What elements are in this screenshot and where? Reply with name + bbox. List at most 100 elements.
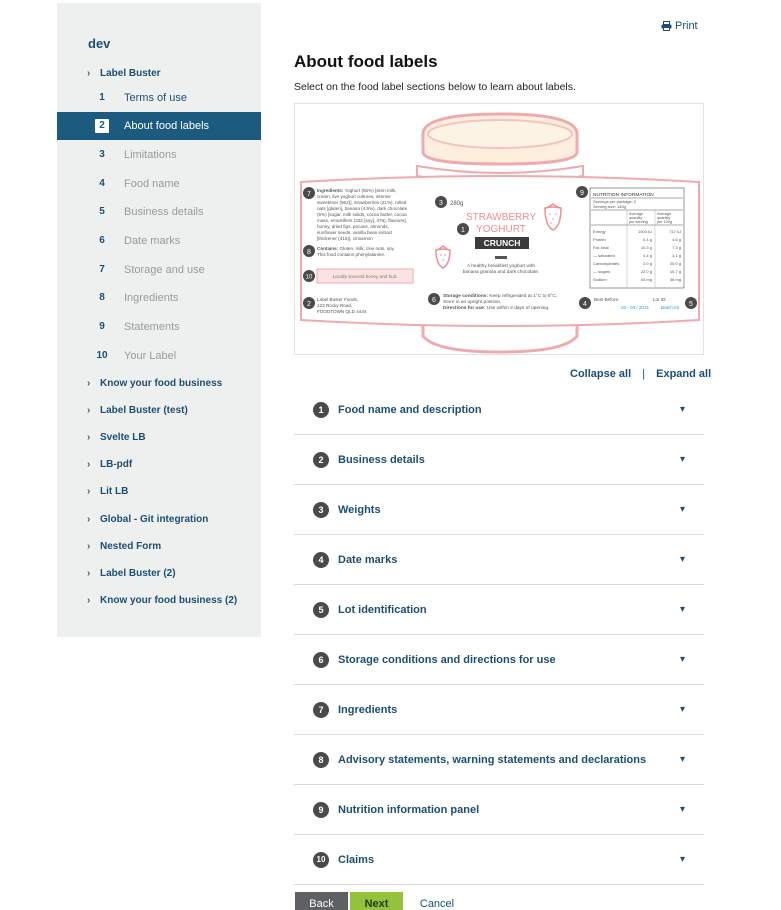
accordion-item-lot-identification[interactable]: 5 Lot identification ▾ xyxy=(294,585,704,635)
ingredients-heading: Ingredients: xyxy=(317,188,344,193)
accordion-item-date-marks[interactable]: 4 Date marks ▾ xyxy=(294,535,704,585)
best-before-value: 03 / 04 / 2021 xyxy=(621,305,650,310)
svg-text:Fat, total: Fat, total xyxy=(593,245,609,250)
step-label: Food name xyxy=(124,178,180,190)
accordion-item-claims[interactable]: 10 Claims ▾ xyxy=(294,835,704,885)
best-before-label: Best Before: xyxy=(594,297,619,302)
nip-serving-size: Serving size: 140g xyxy=(593,204,626,209)
lot-label: Lot ID: xyxy=(653,297,667,302)
accordion-item-business-details[interactable]: 2 Business details ▾ xyxy=(294,435,704,485)
step-number: 7 xyxy=(99,264,105,275)
sidebar-group-nested-form[interactable]: › Nested Form xyxy=(87,541,161,552)
ingredients-line: sweetener (962)], strawberries (21%), ro… xyxy=(317,200,407,205)
svg-text:15.7 g: 15.7 g xyxy=(670,269,681,274)
step-label: Your Label xyxy=(124,350,177,362)
marker-4-number: 4 xyxy=(583,301,587,308)
chevron-right-icon: › xyxy=(87,378,91,389)
expand-all-link[interactable]: Expand all xyxy=(656,368,711,380)
sidebar-step-terms-of-use[interactable]: 1 Terms of use xyxy=(57,84,261,112)
svg-text:7.3 g: 7.3 g xyxy=(672,245,681,250)
step-number: 4 xyxy=(99,178,105,189)
sidebar-group-know-your-food-business[interactable]: › Know your food business xyxy=(87,378,222,389)
intro-text: Select on the food label sections below … xyxy=(294,81,576,93)
sidebar-step-ingredients[interactable]: 8 Ingredients xyxy=(57,284,261,312)
sidebar-step-storage-and-use[interactable]: 7 Storage and use xyxy=(57,256,261,284)
sidebar-group-label: LB-pdf xyxy=(100,459,133,470)
sidebar-group-svelte-lb[interactable]: › Svelte LB xyxy=(87,432,146,443)
step-label: Business details xyxy=(124,206,204,218)
chevron-right-icon: › xyxy=(87,486,91,497)
svg-text:— sugars: — sugars xyxy=(593,269,610,274)
marker-9-number: 9 xyxy=(580,190,584,197)
sidebar-group-know-your-food-business-2[interactable]: › Know your food business (2) xyxy=(87,595,237,606)
chevron-down-icon: ▾ xyxy=(680,754,686,765)
sidebar-group-label: Nested Form xyxy=(100,541,162,552)
back-button[interactable]: Back xyxy=(295,892,348,910)
nip-title: NUTRITION INFORMATION xyxy=(593,192,654,198)
sidebar-step-date-marks[interactable]: 6 Date marks xyxy=(57,227,261,255)
section-number-badge: 1 xyxy=(313,401,329,418)
sidebar-step-statements[interactable]: 9 Statements xyxy=(57,313,261,341)
next-button[interactable]: Next xyxy=(350,892,403,910)
step-number: 5 xyxy=(99,206,105,217)
chevron-right-icon: › xyxy=(87,514,91,525)
marker-1-number: 1 xyxy=(461,227,465,234)
svg-text:Storage conditions: Kee: Storage conditions: Keep refrigerated at… xyxy=(443,293,557,299)
description-line: A healthy breakfast yoghurt with xyxy=(467,263,535,269)
section-number-badge: 4 xyxy=(313,551,329,568)
sidebar-group-label-buster[interactable]: › Label Buster xyxy=(87,68,161,79)
sidebar-group-label-buster-2[interactable]: › Label Buster (2) xyxy=(87,568,176,579)
accordion-title: Claims xyxy=(338,853,375,866)
sidebar-step-business-details[interactable]: 5 Business details xyxy=(57,198,261,226)
chevron-right-icon: › xyxy=(87,405,91,416)
sidebar-step-limitations[interactable]: 3 Limitations xyxy=(57,141,261,169)
print-label: Print xyxy=(675,20,698,32)
contains-heading: Contains: xyxy=(317,246,339,251)
accordion-item-advisory-statements[interactable]: 8 Advisory statements, warning statement… xyxy=(294,735,704,785)
sidebar-group-label-buster-test[interactable]: › Label Buster (test) xyxy=(87,405,188,416)
chevron-right-icon: › xyxy=(87,541,91,552)
collapse-all-link[interactable]: Collapse all xyxy=(570,368,631,380)
step-label: Statements xyxy=(124,321,180,333)
accordion-item-ingredients[interactable]: 7 Ingredients ▾ xyxy=(294,685,704,735)
ingredients-line: Yoghurt (55%) [skim milk, xyxy=(345,188,397,193)
svg-text:Sodium: Sodium xyxy=(593,277,607,282)
accordion-item-food-name[interactable]: 1 Food name and description ▾ xyxy=(294,385,704,435)
sidebar-step-food-name[interactable]: 4 Food name xyxy=(57,170,261,198)
accordion-title: Advisory statements, warning statements … xyxy=(338,753,647,766)
sidebar-step-your-label[interactable]: 10 Your Label xyxy=(57,342,261,370)
step-number: 10 xyxy=(96,350,108,361)
section-number-badge: 6 xyxy=(313,651,329,668)
print-button[interactable]: Print xyxy=(661,20,698,32)
chevron-right-icon: › xyxy=(87,459,91,470)
contains-line: Gluten, milk, tree nuts, soy. xyxy=(339,246,394,251)
description-line: banana granola and dark chocolate. xyxy=(463,269,540,275)
step-label: About food labels xyxy=(124,120,210,132)
accordion-item-nutrition-panel[interactable]: 9 Nutrition information panel ▾ xyxy=(294,785,704,835)
sidebar-group-global-git-integration[interactable]: › Global - Git integration xyxy=(87,514,208,525)
svg-text:6.4 g: 6.4 g xyxy=(643,237,652,242)
storage-heading: Storage conditions: xyxy=(443,293,488,299)
accordion-item-weights[interactable]: 3 Weights ▾ xyxy=(294,485,704,535)
step-label: Storage and use xyxy=(124,264,205,276)
food-label-illustration: 7 Ingredients: Yoghurt (55%) [skim milk,… xyxy=(294,103,704,355)
cancel-link[interactable]: Cancel xyxy=(412,892,462,910)
product-name-line-2: YOGHURT xyxy=(476,224,526,235)
sidebar-step-about-food-labels[interactable]: 2 About food labels xyxy=(57,112,261,140)
sidebar-group-label: Lit LB xyxy=(100,486,129,497)
nip-col-2: per 100g xyxy=(657,220,672,224)
svg-text:Contains: Gluten, milk,: Contains: Gluten, milk, tree nuts, soy. xyxy=(317,246,395,251)
address-line: FOODTOWN QLD 4444 xyxy=(317,309,367,314)
page-title: About food labels xyxy=(294,52,438,71)
sidebar-group-lit-lb[interactable]: › Lit LB xyxy=(87,486,128,497)
address-line: Label Buster Foods, xyxy=(317,297,358,302)
accordion-item-storage-conditions[interactable]: 6 Storage conditions and directions for … xyxy=(294,635,704,685)
sidebar-group-lb-pdf[interactable]: › LB-pdf xyxy=(87,459,132,470)
chevron-down-icon: ▾ xyxy=(680,504,686,515)
marker-3-number: 3 xyxy=(439,200,443,207)
net-weight: 280g xyxy=(450,201,463,207)
marker-6-number: 6 xyxy=(432,297,436,304)
svg-text:Protein: Protein xyxy=(593,237,606,242)
chevron-down-icon: ▾ xyxy=(680,654,686,665)
svg-text:53 mg: 53 mg xyxy=(641,277,652,282)
